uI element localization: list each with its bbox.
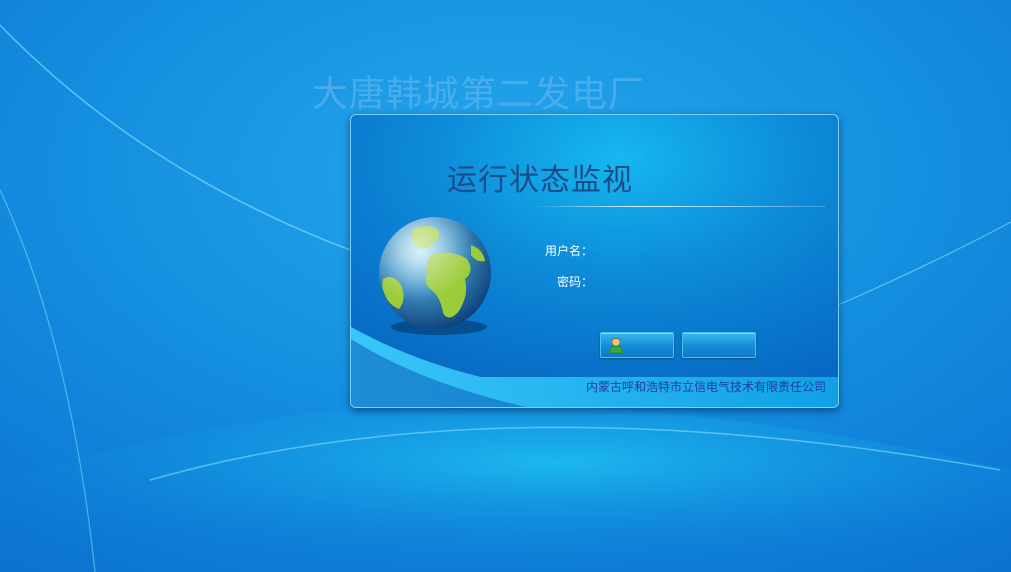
- title-divider: [531, 206, 826, 207]
- globe-icon: [379, 217, 491, 335]
- password-input[interactable]: [599, 273, 759, 291]
- footer-bar: 内蒙古呼和浩特市立信电气技术有限责任公司: [351, 375, 838, 401]
- login-panel: 运行状态监视 用户名： 密码： 内蒙古呼和浩特市立信电气技术有限责任公司: [350, 114, 839, 408]
- panel-title: 运行状态监视: [447, 163, 633, 198]
- login-button[interactable]: [600, 332, 674, 358]
- password-label: 密码：: [556, 275, 593, 289]
- vendor-text: 内蒙古呼和浩特市立信电气技术有限责任公司: [585, 380, 826, 394]
- company-name: 大唐韩城第二发电厂: [312, 74, 646, 115]
- user-icon: [608, 337, 624, 354]
- username-label: 用户名：: [544, 244, 593, 258]
- reset-button[interactable]: [682, 332, 756, 358]
- username-input[interactable]: [599, 242, 759, 260]
